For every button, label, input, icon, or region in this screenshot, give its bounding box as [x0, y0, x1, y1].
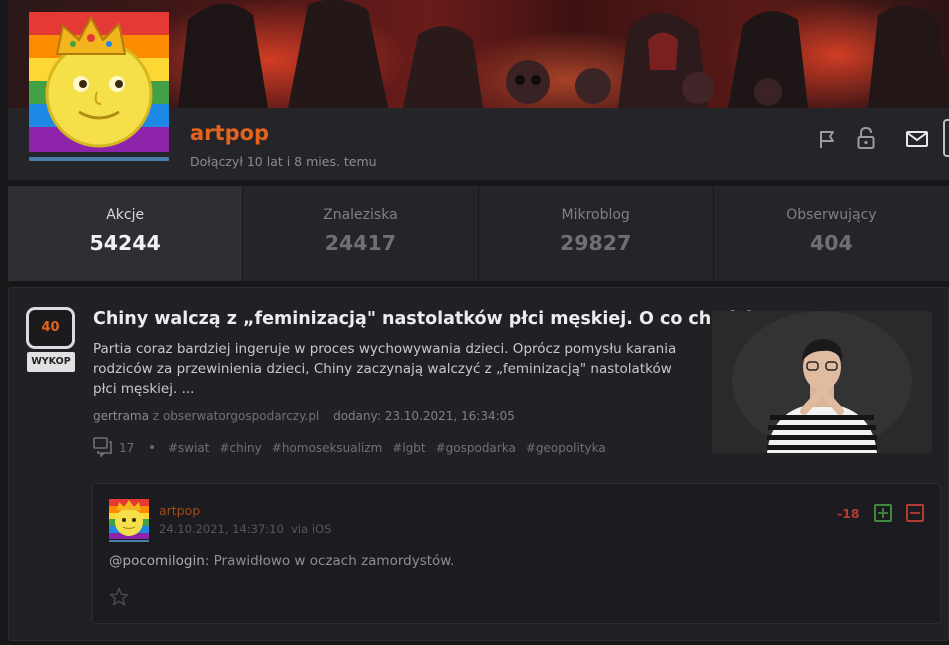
- link-source[interactable]: obserwatorgospodarczy.pl: [163, 409, 319, 423]
- stat-label: Znaleziska: [323, 207, 398, 223]
- wykop-button[interactable]: WYKOP: [27, 352, 75, 372]
- avatar-status-bar: [29, 157, 169, 161]
- tag-link[interactable]: #chiny: [219, 441, 261, 455]
- comments-icon[interactable]: [93, 436, 113, 460]
- comment-via: via iOS: [291, 522, 332, 536]
- comment-score: -18: [837, 506, 860, 521]
- stat-value: 24417: [324, 231, 397, 255]
- envelope-icon[interactable]: [906, 131, 928, 151]
- stat-label: Mikroblog: [561, 207, 630, 223]
- stat-tab-obserwujacy[interactable]: Obserwujący 404: [713, 186, 949, 281]
- profile-username[interactable]: artpop: [190, 121, 269, 145]
- comment-username[interactable]: artpop: [159, 503, 200, 518]
- lock-icon[interactable]: [857, 126, 875, 153]
- stat-value: 54244: [89, 231, 161, 255]
- profile-stats: Akcje 54244 Znaleziska 24417 Mikroblog 2…: [8, 186, 949, 281]
- stat-label: Obserwujący: [786, 207, 877, 223]
- link-added-date: dodany: 23.10.2021, 16:34:05: [333, 409, 515, 423]
- stat-label: Akcje: [106, 207, 145, 223]
- comment-body: @pocomilogin: Prawidłowo w oczach zamord…: [109, 553, 454, 569]
- more-options-button[interactable]: [943, 119, 949, 157]
- tag-link[interactable]: #geopolityka: [526, 441, 606, 455]
- tag-link[interactable]: #homoseksualizm: [272, 441, 382, 455]
- stat-value: 29827: [560, 231, 632, 255]
- link-description: Partia coraz bardziej ingeruje w proces …: [93, 341, 677, 397]
- tag-link[interactable]: #lgbt: [392, 441, 425, 455]
- minus-button[interactable]: [906, 504, 924, 522]
- link-author[interactable]: gertrama: [93, 409, 149, 423]
- link-footer: 17 • #swiat #chiny #homoseksualizm #lgbt…: [93, 436, 616, 460]
- comment-mention[interactable]: @pocomilogin: [109, 553, 205, 569]
- link-source-prefix: z: [152, 409, 160, 423]
- comment-avatar[interactable]: [109, 499, 149, 539]
- stat-tab-mikroblog[interactable]: Mikroblog 29827: [478, 186, 714, 281]
- link-thumbnail[interactable]: [712, 311, 932, 453]
- avatar[interactable]: [29, 12, 169, 152]
- stat-tab-akcje[interactable]: Akcje 54244: [8, 186, 244, 281]
- tag-link[interactable]: #gospodarka: [436, 441, 516, 455]
- separator-dot: •: [148, 440, 156, 456]
- tag-link[interactable]: #swiat: [168, 441, 210, 455]
- stat-value: 404: [810, 231, 853, 255]
- link-meta: gertrama z obserwatorgospodarczy.pl doda…: [93, 409, 515, 423]
- star-icon[interactable]: [109, 587, 129, 611]
- stat-tab-znaleziska[interactable]: Znaleziska 24417: [243, 186, 479, 281]
- link-title[interactable]: Chiny walczą z „feminizacją" nastolatków…: [93, 309, 762, 329]
- vote-count: 40: [26, 307, 75, 349]
- comments-count[interactable]: 17: [119, 441, 134, 455]
- comment-text: : Prawidłowo w oczach zamordystów.: [204, 553, 455, 569]
- flag-icon[interactable]: [819, 129, 837, 153]
- comment-date: 24.10.2021, 14:37:10 via iOS: [159, 522, 331, 536]
- profile-joined-date: Dołączył 10 lat i 8 mies. temu: [190, 154, 377, 169]
- comment-avatar-status-bar: [109, 540, 149, 542]
- plus-button[interactable]: [874, 504, 892, 522]
- comment-timestamp: 24.10.2021, 14:37:10: [159, 522, 284, 536]
